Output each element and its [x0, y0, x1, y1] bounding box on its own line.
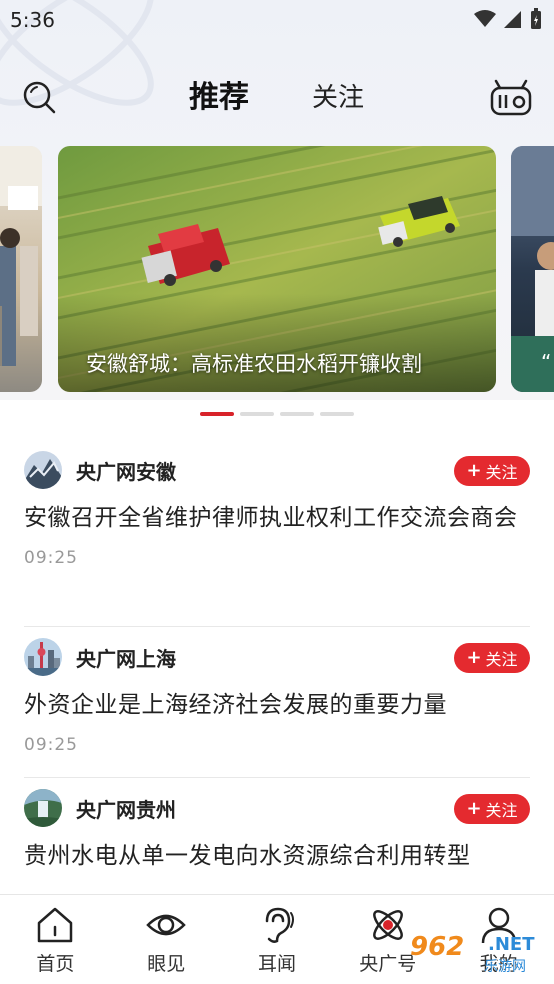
- news-time: 09:25: [24, 548, 78, 568]
- nav-see[interactable]: 眼见: [111, 895, 222, 984]
- search-icon: [23, 81, 56, 114]
- watermark-sub: 乐游网: [484, 959, 526, 975]
- avatar[interactable]: [24, 638, 62, 676]
- radio-button[interactable]: [490, 78, 532, 118]
- feed-item[interactable]: 央广网贵州 + 关注 贵州水电从单一发电向水资源综合利用转型: [0, 778, 554, 898]
- atom-icon: [372, 910, 403, 940]
- plus-icon: +: [466, 647, 482, 668]
- carousel-dot: [240, 412, 274, 416]
- follow-label: 关注: [485, 463, 518, 482]
- guizhou-avatar-image: [24, 789, 62, 827]
- nav-label: 耳闻: [257, 953, 296, 975]
- follow-button[interactable]: + 关注: [454, 794, 530, 824]
- source-name[interactable]: 央广网贵州: [76, 794, 176, 823]
- carousel-caption: 安徽舒城：高标准农田水稻开镰收割: [86, 352, 422, 376]
- signal-icon: [504, 11, 521, 28]
- carousel-dot: [320, 412, 354, 416]
- avatar[interactable]: [24, 789, 62, 827]
- watermark: 962 .NET 乐游网: [410, 928, 546, 976]
- watermark-net: .NET: [488, 934, 535, 955]
- news-headline[interactable]: 贵州水电从单一发电向水资源综合利用转型: [24, 838, 530, 874]
- wifi-icon: [474, 10, 496, 27]
- nav-label: 央广号: [359, 953, 417, 975]
- follow-label: 关注: [485, 650, 518, 669]
- nav-home[interactable]: 首页: [0, 895, 111, 984]
- top-header: 推荐 关注: [0, 70, 554, 126]
- anhui-avatar-image: [24, 451, 62, 489]
- source-name[interactable]: 央广网上海: [76, 643, 176, 672]
- nav-label: 首页: [36, 953, 75, 975]
- avatar[interactable]: [24, 451, 62, 489]
- tab-recommend[interactable]: 推荐: [189, 78, 249, 118]
- follow-button[interactable]: + 关注: [454, 643, 530, 673]
- news-headline[interactable]: 外资企业是上海经济社会发展的重要力量: [24, 687, 530, 723]
- nav-hear[interactable]: 耳闻: [222, 895, 333, 984]
- plus-icon: +: [466, 798, 482, 819]
- carousel-card-main[interactable]: 安徽舒城：高标准农田水稻开镰收割: [58, 146, 496, 392]
- nav-label: 眼见: [147, 953, 186, 975]
- shanghai-avatar-image: [24, 638, 62, 676]
- radio-icon: [490, 79, 532, 116]
- news-feed: 央广网安徽 + 关注 安徽召开全省维护律师执业权利工作交流会商会 09:25 央…: [0, 440, 554, 898]
- prev-slide-image: [0, 146, 42, 366]
- next-slide-caption: “: [541, 350, 552, 374]
- plus-icon: +: [466, 460, 482, 481]
- follow-label: 关注: [485, 801, 518, 820]
- status-bar: 5:36: [0, 0, 554, 40]
- carousel-dot: [280, 412, 314, 416]
- feed-item[interactable]: 央广网上海 + 关注 外资企业是上海经济社会发展的重要力量 09:25: [0, 627, 554, 777]
- home-icon: [38, 907, 73, 943]
- carousel-dot: [200, 412, 234, 416]
- search-button[interactable]: [20, 78, 60, 118]
- news-carousel[interactable]: 安徽舒城：高标准农田水稻开镰收割 “: [0, 146, 554, 392]
- carousel-card-prev[interactable]: [0, 146, 42, 392]
- carousel-indicator: [200, 412, 354, 416]
- eye-icon: [146, 914, 186, 936]
- source-name[interactable]: 央广网安徽: [76, 456, 176, 485]
- news-time: 09:25: [24, 735, 78, 755]
- status-time: 5:36: [10, 8, 55, 32]
- follow-button[interactable]: + 关注: [454, 456, 530, 486]
- news-headline[interactable]: 安徽召开全省维护律师执业权利工作交流会商会: [24, 500, 530, 536]
- watermark-number: 962: [410, 932, 465, 962]
- battery-icon: [531, 8, 541, 29]
- carousel-card-next[interactable]: “: [511, 146, 554, 392]
- ear-icon: [265, 907, 294, 943]
- feed-item[interactable]: 央广网安徽 + 关注 安徽召开全省维护律师执业权利工作交流会商会 09:25: [0, 440, 554, 626]
- tab-following[interactable]: 关注: [312, 78, 364, 118]
